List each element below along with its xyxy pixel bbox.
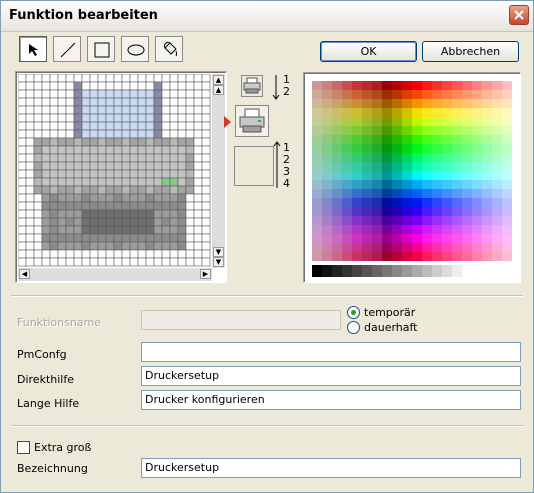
function-name-field[interactable] [141,310,341,330]
small-order-1: 1 [283,73,290,86]
scroll-rightmost-icon[interactable]: ▶ [200,269,211,279]
color-palette [303,72,521,283]
long-help-field[interactable]: Drucker konfigurieren [141,390,521,410]
vertical-scrollbar[interactable]: ▲ ▲ ▼ ▼ [212,74,225,268]
scroll-down-icon[interactable]: ▼ [213,247,224,257]
ok-button[interactable]: OK [320,41,417,62]
small-order-2: 2 [283,85,290,98]
function-name-label: Funktionsname [17,316,102,329]
sort-arrow-icon [272,75,280,100]
designation-label: Bezeichnung [17,462,88,475]
scroll-leftmost-icon[interactable]: ◀ [19,269,30,279]
rectangle-icon [94,42,110,58]
designation-field[interactable]: Druckersetup [141,458,521,478]
ellipse-tool-button[interactable] [121,36,149,62]
radio-permanent[interactable] [347,321,360,334]
medium-icon-slot[interactable] [235,105,269,137]
paint-bucket-icon [164,41,177,57]
dialog-window: Funktion bearbeiten OK Abbrechen ▲ ▲ ▼ ▼… [0,0,534,493]
extra-large-label: Extra groß [34,441,92,454]
cancel-button[interactable]: Abbrechen [422,41,519,62]
scroll-top-icon[interactable]: ▲ [213,75,224,85]
close-button[interactable] [509,5,529,25]
horizontal-scrollbar[interactable]: ◀ ▶ [18,268,212,281]
printer-medium-icon [239,108,265,133]
large-order-4: 4 [283,177,290,190]
separator [11,426,523,428]
line-tool-button[interactable] [53,36,81,62]
direct-help-field[interactable]: Druckersetup [141,366,521,386]
radio-dot [351,310,356,315]
large-order-2: 2 [283,153,290,166]
pixel-editor: ▲ ▲ ▼ ▼ ◀ ▶ [15,71,227,283]
large-order-1: 1 [283,141,290,154]
sort-arrow-large-icon [273,141,281,188]
long-help-label: Lange Hilfe [17,397,80,410]
palette-swatches[interactable] [312,81,512,277]
title-bar: Funktion bearbeiten [1,1,533,32]
radio-permanent-label: dauerhaft [364,321,418,334]
large-order-3: 3 [283,165,290,178]
large-icon-slot[interactable] [234,146,274,186]
scroll-up-icon[interactable]: ▲ [213,85,224,95]
extra-large-checkbox[interactable] [17,441,30,454]
separator [11,296,523,298]
close-icon [514,10,524,20]
fill-tool-button[interactable] [155,36,183,62]
selection-arrow-icon [224,116,231,128]
printer-small-icon [243,77,261,94]
radio-temporary-label: temporär [364,306,416,319]
pixel-grid[interactable] [18,74,212,268]
arrow-pointer-icon [29,44,38,56]
scroll-bottom-icon[interactable]: ▼ [213,257,224,267]
pmconfig-label: PmConfg [17,348,67,361]
line-icon [60,42,76,58]
rectangle-tool-button[interactable] [87,36,115,62]
select-tool-button[interactable] [19,36,47,62]
pmconfig-field[interactable] [141,342,521,362]
small-icon-slot[interactable] [241,75,263,97]
window-title: Funktion bearbeiten [9,8,158,23]
radio-temporary[interactable] [347,306,360,319]
direct-help-label: Direkthilfe [17,373,74,386]
ellipse-icon [127,44,145,56]
